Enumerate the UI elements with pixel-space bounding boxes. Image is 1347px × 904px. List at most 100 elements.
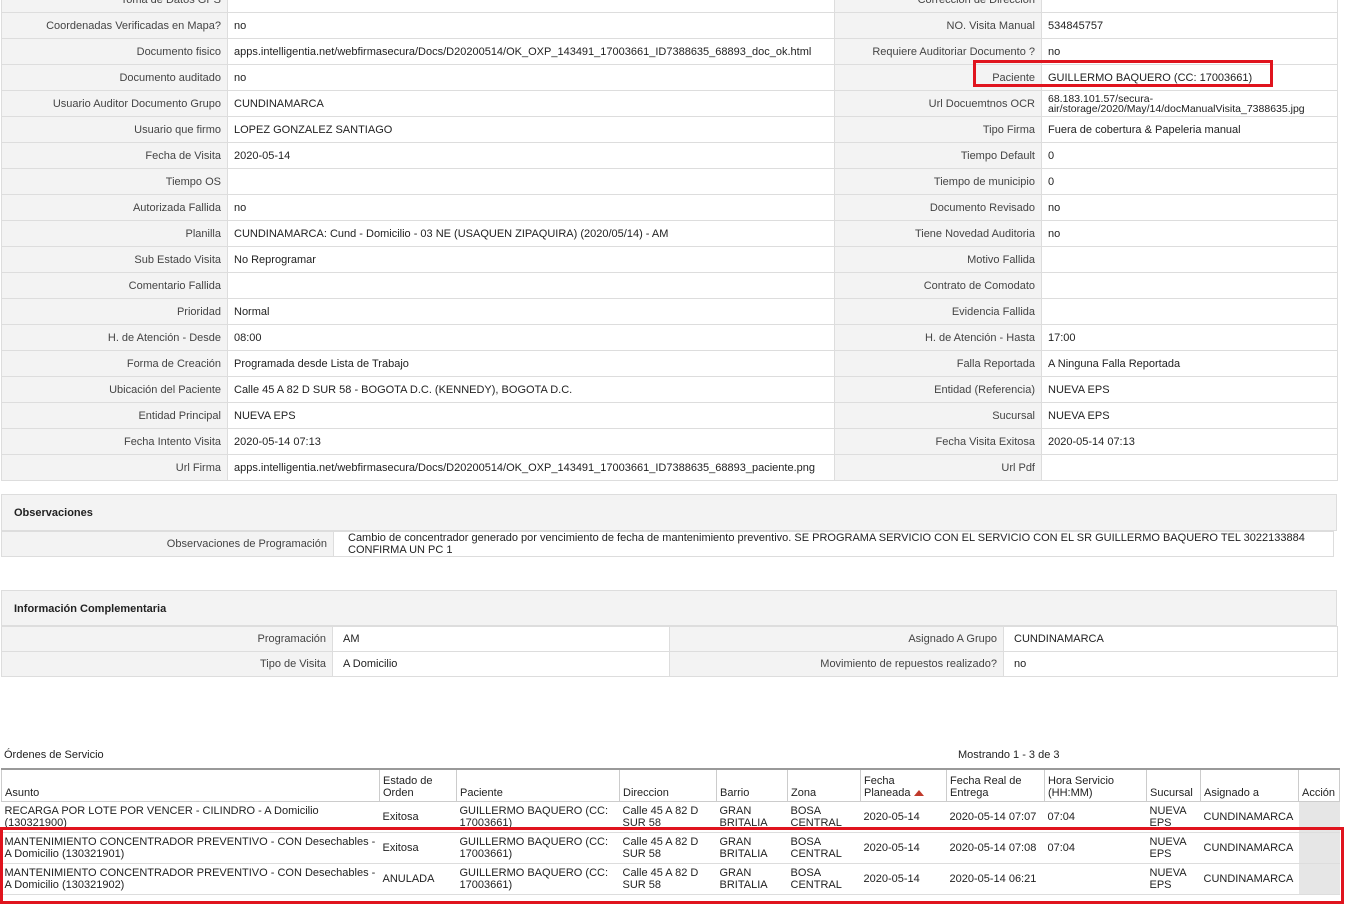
fecha-intento-visita-value: 2020-05-14 07:13 bbox=[227, 428, 835, 455]
order-cell-accion[interactable] bbox=[1298, 863, 1340, 895]
order-cell-fecha-real-de-entrega: 2020-05-14 07:08 bbox=[946, 832, 1045, 864]
visit-details-table: Toma de Datos GPS Corrección de Dirección… bbox=[1, 0, 1338, 481]
pagination-summary: Mostrando 1 - 3 de 3 bbox=[958, 749, 1060, 761]
detail-row: Usuario Auditor Documento Grupo CUNDINAM… bbox=[1, 90, 1338, 117]
order-cell-hora-servicio-hh-mm: 07:04 bbox=[1044, 832, 1147, 864]
order-cell-fecha-real-de-entrega: 2020-05-14 07:07 bbox=[946, 801, 1045, 833]
contrato-de-comodato-value bbox=[1041, 272, 1338, 299]
comentario-fallida-value bbox=[227, 272, 835, 299]
column-header-hora-servicio-hh-mm[interactable]: Hora Servicio (HH:MM) bbox=[1044, 768, 1147, 802]
order-row[interactable]: MANTENIMIENTO CONCENTRADOR PREVENTIVO - … bbox=[1, 863, 1340, 895]
detail-row: Toma de Datos GPS Corrección de Dirección bbox=[1, 0, 1338, 13]
order-cell-paciente: GUILLERMO BAQUERO (CC: 17003661) bbox=[456, 832, 620, 864]
observaciones-text: Cambio de concentrador generado por venc… bbox=[333, 531, 1334, 557]
sub-estado-visita-label: Sub Estado Visita bbox=[1, 246, 228, 273]
documento-revisado-label: Documento Revisado bbox=[834, 194, 1042, 221]
column-header-label: Asignado a bbox=[1204, 787, 1260, 799]
column-header-sucursal[interactable]: Sucursal bbox=[1146, 768, 1201, 802]
order-cell-accion[interactable] bbox=[1298, 832, 1340, 864]
requiere-auditoriar-documento-value: no bbox=[1041, 38, 1338, 65]
prioridad-label: Prioridad bbox=[1, 298, 228, 325]
usuario-auditor-documento-grupo-label: Usuario Auditor Documento Grupo bbox=[1, 90, 228, 117]
tiempo-os-label: Tiempo OS bbox=[1, 168, 228, 195]
usuario-que-firmo-label: Usuario que firmo bbox=[1, 116, 228, 143]
tipo-de-visita-label: Tipo de Visita bbox=[1, 651, 333, 677]
column-header-label: Direccion bbox=[623, 787, 669, 799]
h-de-atencion-hasta-label: H. de Atención - Hasta bbox=[834, 324, 1042, 351]
column-header-label: Hora Servicio (HH:MM) bbox=[1048, 775, 1115, 799]
documento-fisico-value[interactable]: apps.intelligentia.net/webfirmasecura/Do… bbox=[227, 38, 835, 65]
observaciones-table: Observaciones de Programación Cambio de … bbox=[1, 531, 1334, 557]
paciente-label: Paciente bbox=[834, 64, 1042, 91]
fecha-de-visita-label: Fecha de Visita bbox=[1, 142, 228, 169]
order-cell-direccion: Calle 45 A 82 D SUR 58 bbox=[619, 801, 717, 833]
forma-de-creacion-label: Forma de Creación bbox=[1, 350, 228, 377]
complementaria-table: Programación AM Asignado A Grupo CUNDINAMAR… bbox=[1, 626, 1338, 677]
order-cell-barrio: GRAN BRITALIA bbox=[716, 863, 788, 895]
observaciones-label: Observaciones de Programación bbox=[1, 531, 334, 557]
no-visita-manual-label: NO. Visita Manual bbox=[834, 12, 1042, 39]
correccion-de-direccion-value bbox=[1041, 0, 1338, 13]
detail-row: Tiempo OS Tiempo de municipio 0 bbox=[1, 168, 1338, 195]
toma-de-datos-gps-value bbox=[227, 0, 835, 13]
order-cell-asunto: MANTENIMIENTO CONCENTRADOR PREVENTIVO - … bbox=[1, 832, 380, 864]
ordenes-table: Asunto Estado de Orden Paciente Direccion Ba… bbox=[1, 768, 1340, 895]
order-cell-asunto: RECARGA POR LOTE POR VENCER - CILINDRO -… bbox=[1, 801, 380, 833]
column-header-asignado-a[interactable]: Asignado a bbox=[1200, 768, 1299, 802]
entidad-referencia-value: NUEVA EPS bbox=[1041, 376, 1338, 403]
contrato-de-comodato-label: Contrato de Comodato bbox=[834, 272, 1042, 299]
order-cell-barrio: GRAN BRITALIA bbox=[716, 832, 788, 864]
evidencia-fallida-label: Evidencia Fallida bbox=[834, 298, 1042, 325]
column-header-label: Acción bbox=[1302, 787, 1336, 799]
order-cell-hora-servicio-hh-mm bbox=[1044, 863, 1147, 895]
order-cell-fecha-planeada: 2020-05-14 bbox=[860, 863, 947, 895]
order-row[interactable]: RECARGA POR LOTE POR VENCER - CILINDRO -… bbox=[1, 801, 1340, 833]
column-header-estado-de-orden[interactable]: Estado de Orden bbox=[379, 768, 457, 802]
h-de-atencion-desde-value: 08:00 bbox=[227, 324, 835, 351]
column-header-paciente[interactable]: Paciente bbox=[456, 768, 620, 802]
column-header-accion[interactable]: Acción bbox=[1298, 768, 1340, 802]
detail-row: Documento auditado no Paciente GUILLERMO BA… bbox=[1, 64, 1338, 91]
sucursal-value: NUEVA EPS bbox=[1041, 402, 1338, 429]
detail-row: Coordenadas Verificadas en Mapa? no NO. Vi… bbox=[1, 12, 1338, 39]
ubicacion-del-paciente-label: Ubicación del Paciente bbox=[1, 376, 228, 403]
url-docuemtnos-ocr-label: Url Docuemtnos OCR bbox=[834, 90, 1042, 117]
url-firma-value[interactable]: apps.intelligentia.net/webfirmasecura/Do… bbox=[227, 454, 835, 481]
order-cell-paciente: GUILLERMO BAQUERO (CC: 17003661) bbox=[456, 801, 620, 833]
detail-row: Entidad Principal NUEVA EPS Sucursal NUEV… bbox=[1, 402, 1338, 429]
autorizada-fallida-value: no bbox=[227, 194, 835, 221]
detail-row: Planilla CUNDINAMARCA: Cund - Domicilio -… bbox=[1, 220, 1338, 247]
detail-row: Fecha Intento Visita 2020-05-14 07:13 Fech… bbox=[1, 428, 1338, 455]
column-header-barrio[interactable]: Barrio bbox=[716, 768, 788, 802]
order-cell-asignado-a: CUNDINAMARCA bbox=[1200, 801, 1299, 833]
order-cell-asignado-a: CUNDINAMARCA bbox=[1200, 863, 1299, 895]
order-row[interactable]: MANTENIMIENTO CONCENTRADOR PREVENTIVO - … bbox=[1, 832, 1340, 864]
complementaria-row: Programación AM Asignado A Grupo CUNDINAMAR… bbox=[1, 626, 1338, 652]
column-header-fecha-planeada[interactable]: Fecha Planeada bbox=[860, 768, 947, 802]
fecha-intento-visita-label: Fecha Intento Visita bbox=[1, 428, 228, 455]
tiempo-default-label: Tiempo Default bbox=[834, 142, 1042, 169]
asignado-a-grupo-value: CUNDINAMARCA bbox=[1003, 626, 1338, 652]
column-header-direccion[interactable]: Direccion bbox=[619, 768, 717, 802]
documento-auditado-value: no bbox=[227, 64, 835, 91]
column-header-asunto[interactable]: Asunto bbox=[1, 768, 380, 802]
url-pdf-label: Url Pdf bbox=[834, 454, 1042, 481]
order-cell-sucursal: NUEVA EPS bbox=[1146, 863, 1201, 895]
ubicacion-del-paciente-value: Calle 45 A 82 D SUR 58 - BOGOTA D.C. (KE… bbox=[227, 376, 835, 403]
column-header-label: Estado de Orden bbox=[383, 775, 433, 799]
motivo-fallida-value bbox=[1041, 246, 1338, 273]
tiempo-de-municipio-label: Tiempo de municipio bbox=[834, 168, 1042, 195]
column-header-label: Sucursal bbox=[1150, 787, 1193, 799]
order-cell-hora-servicio-hh-mm: 07:04 bbox=[1044, 801, 1147, 833]
tipo-firma-label: Tipo Firma bbox=[834, 116, 1042, 143]
column-header-fecha-real-de-entrega[interactable]: Fecha Real de Entrega bbox=[946, 768, 1045, 802]
prioridad-value: Normal bbox=[227, 298, 835, 325]
order-cell-fecha-planeada: 2020-05-14 bbox=[860, 801, 947, 833]
column-header-zona[interactable]: Zona bbox=[787, 768, 861, 802]
url-firma-label: Url Firma bbox=[1, 454, 228, 481]
column-header-label: Asunto bbox=[5, 787, 40, 799]
order-cell-estado-de-orden: ANULADA bbox=[379, 863, 457, 895]
url-docuemtnos-ocr-value[interactable]: 68.183.101.57/secura-air/storage/2020/Ma… bbox=[1041, 90, 1338, 117]
sort-ascending-icon[interactable] bbox=[913, 790, 924, 797]
order-cell-accion[interactable] bbox=[1298, 801, 1340, 833]
